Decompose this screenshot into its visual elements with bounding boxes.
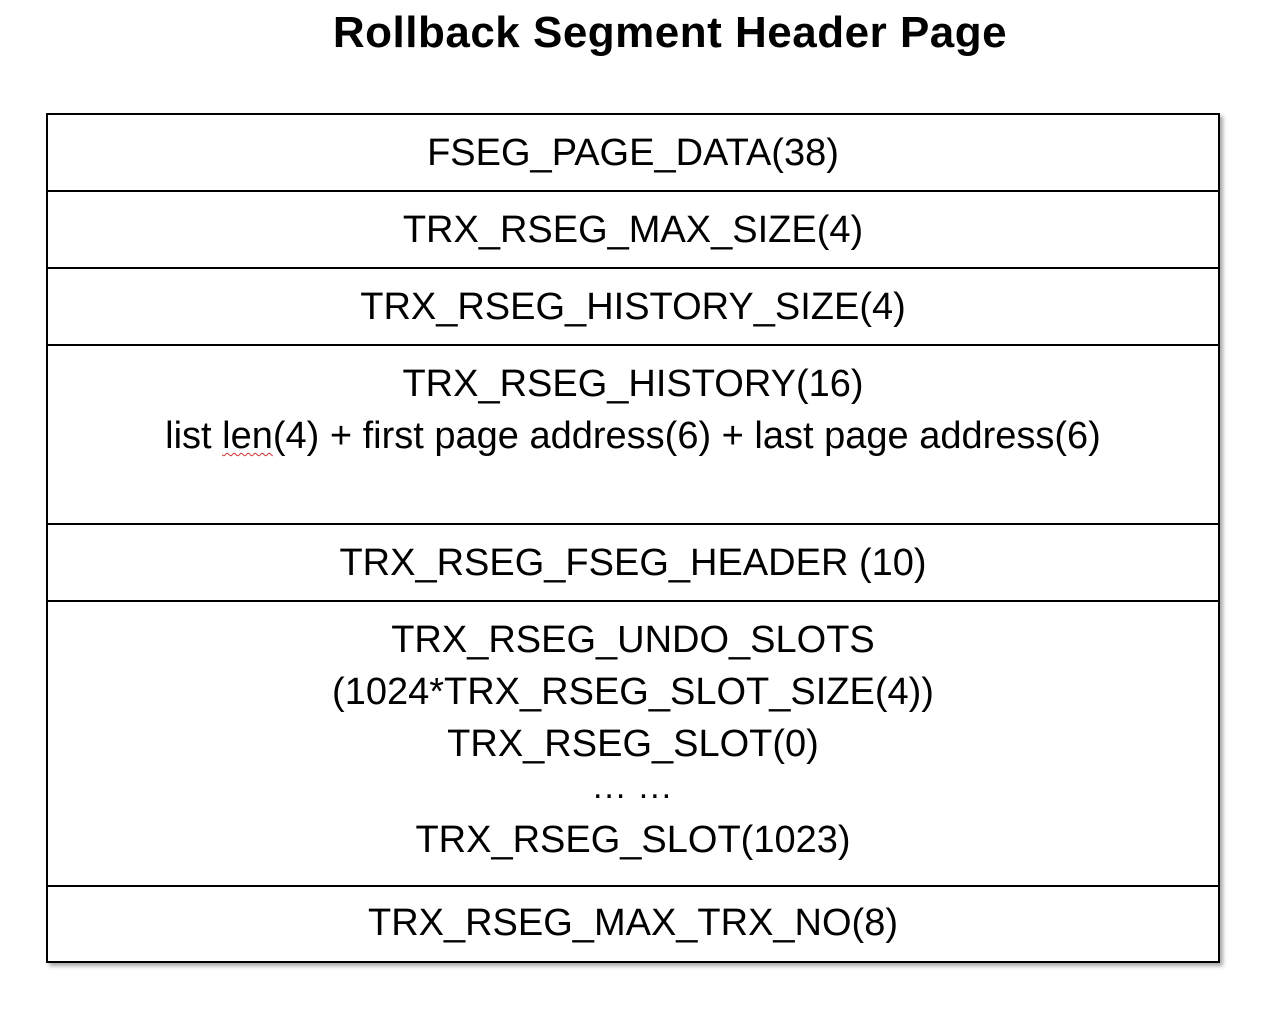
row-fseg-header: TRX_RSEG_FSEG_HEADER (10): [48, 525, 1218, 602]
row-label: TRX_RSEG_UNDO_SLOTS: [391, 619, 875, 661]
slot-first: TRX_RSEG_SLOT(0): [447, 723, 819, 765]
row-sublabel-pre: list: [165, 415, 223, 457]
row-label: TRX_RSEG_HISTORY(16): [402, 363, 864, 405]
row-label: TRX_RSEG_FSEG_HEADER (10): [339, 542, 927, 584]
row-label: TRX_RSEG_HISTORY_SIZE(4): [360, 286, 906, 328]
row-max-trx-no: TRX_RSEG_MAX_TRX_NO(8): [48, 887, 1218, 961]
row-sublabel-post: (4) + first page address(6) + last page …: [272, 415, 1101, 457]
spellcheck-marked-word: len: [222, 415, 273, 457]
row-max-size: TRX_RSEG_MAX_SIZE(4): [48, 192, 1218, 269]
title-area: Rollback Segment Header Page: [0, 0, 1286, 80]
page-layout-table: FSEG_PAGE_DATA(38) TRX_RSEG_MAX_SIZE(4) …: [46, 113, 1220, 963]
row-label: TRX_RSEG_MAX_TRX_NO(8): [367, 902, 898, 944]
page-title: Rollback Segment Header Page: [332, 8, 1008, 57]
row-sublabel: (1024*TRX_RSEG_SLOT_SIZE(4)): [332, 671, 934, 713]
row-undo-slots: TRX_RSEG_UNDO_SLOTS (1024*TRX_RSEG_SLOT_…: [48, 602, 1218, 887]
row-label: FSEG_PAGE_DATA(38): [427, 132, 839, 174]
row-history: TRX_RSEG_HISTORY(16) list len(4) + first…: [48, 346, 1218, 525]
row-sublabel: list len(4) + first page address(6) + la…: [48, 410, 1218, 462]
row-fseg-page-data: FSEG_PAGE_DATA(38): [48, 115, 1218, 192]
slot-last: TRX_RSEG_SLOT(1023): [415, 819, 851, 861]
row-label: TRX_RSEG_MAX_SIZE(4): [402, 209, 864, 251]
row-history-size: TRX_RSEG_HISTORY_SIZE(4): [48, 269, 1218, 346]
ellipsis: ... ...: [592, 768, 674, 806]
